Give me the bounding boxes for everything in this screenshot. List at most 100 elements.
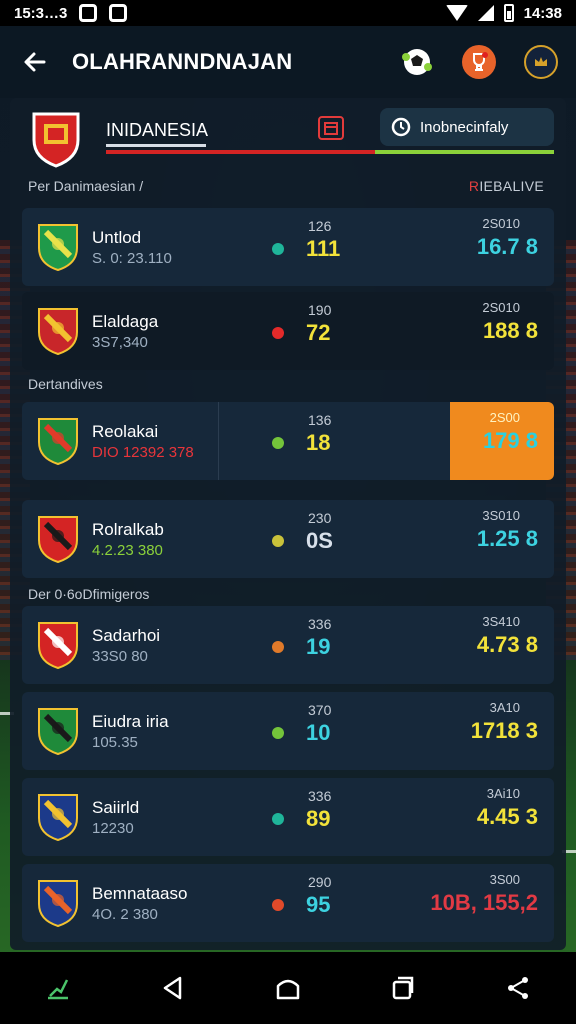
team-row[interactable]: Rolralkab 4.2.23 380 230 0S 3S010 1.25 8 <box>22 500 554 578</box>
team-crest-icon <box>38 794 78 842</box>
stat-value: 18 <box>306 430 331 455</box>
stat-value: 89 <box>306 806 331 831</box>
back-nav-button[interactable] <box>151 966 195 1010</box>
odds-label: 3A10 <box>489 700 520 715</box>
team-name: Eiudra iria <box>92 712 169 731</box>
odds-value: 10B, 155,2 <box>430 890 538 915</box>
row-divider <box>218 402 219 480</box>
recents-nav-button[interactable] <box>381 966 425 1010</box>
team-crest-icon <box>38 308 78 356</box>
notification-icon <box>79 4 98 22</box>
team-row[interactable]: Untlod S. 0: 23.110 126 111 2S010 16.7 8 <box>22 208 554 286</box>
team-row[interactable]: Sadarhoi 33S0 80 336 19 3S410 4.73 8 <box>22 606 554 684</box>
soccer-ball-button[interactable] <box>400 45 434 79</box>
soccer-ball-icon <box>402 49 432 75</box>
team-name: Rolralkab <box>92 520 164 539</box>
status-dot-icon <box>272 727 284 739</box>
recents-icon <box>392 976 414 1000</box>
odds-value: 16.7 8 <box>476 234 538 259</box>
team-row[interactable]: Eiudra iria 105.35 370 10 3A10 1718 3 <box>22 692 554 770</box>
team-crest-icon <box>38 418 78 466</box>
team-row[interactable]: Elaldaga 3S7,340 190 72 2S010 188 8 <box>22 292 554 370</box>
status-time-left: 15:3…3 <box>14 4 68 22</box>
section-label-3: Der 0·6oDfimigeros <box>28 586 150 602</box>
stat-small: 336 <box>308 788 332 804</box>
status-dot-icon <box>272 641 284 653</box>
team-crest-icon <box>38 622 78 670</box>
stat-small: 126 <box>308 218 332 234</box>
stat-value: 72 <box>306 320 331 345</box>
trophy-button[interactable] <box>462 45 496 79</box>
team-subtext: S. 0: 23.110 <box>92 250 172 267</box>
odds-label: 3S010 <box>482 508 520 523</box>
status-dot-icon <box>272 535 284 547</box>
team-row[interactable]: Saiirld 12230 336 89 3Ai10 4.45 3 <box>22 778 554 856</box>
team-subtext: DIO 12392 378 <box>92 444 194 461</box>
status-dot-icon <box>272 327 284 339</box>
status-dot-icon <box>272 813 284 825</box>
team-subtext: 4.2.23 380 <box>92 542 163 559</box>
team-row[interactable]: Bemnataaso 4O. 2 380 290 95 3S00 10B, 155,2 <box>22 864 554 942</box>
stat-small: 230 <box>308 510 332 526</box>
odds-label: 2S010 <box>482 300 520 315</box>
odds-label: 2S00 <box>489 410 520 425</box>
team-name: Untlod <box>92 228 142 247</box>
clock-icon <box>391 117 411 137</box>
stat-small: 336 <box>308 616 332 632</box>
odds-value: 188 8 <box>482 318 538 343</box>
team-subtext: 12230 <box>92 820 134 837</box>
team-name: Bemnataaso <box>92 884 188 903</box>
stat-value: 10 <box>306 720 331 745</box>
odds-value: 1.25 8 <box>476 526 538 551</box>
indonesia-crest-icon <box>32 112 80 168</box>
info-pill-label: Inobnecinfaly <box>420 118 509 136</box>
team-hero: INIDANESIA Inobnecinfaly <box>10 104 566 176</box>
hero-bar-accent <box>106 144 206 147</box>
hero-progress-bar <box>106 150 554 154</box>
team-name: Saiirld <box>92 798 140 817</box>
odds-value: 4.45 3 <box>476 804 538 829</box>
section-label-1: Per Danimaesian / <box>28 178 144 194</box>
section-right-prefix: R <box>468 178 480 194</box>
share-nav-button[interactable] <box>496 966 540 1010</box>
odds-label: 3Ai10 <box>486 786 520 801</box>
section-right-text: IEBALIVE <box>479 178 544 194</box>
status-dot-icon <box>272 437 284 449</box>
standings-panel: INIDANESIA Inobnecinfaly Per Danimaesian… <box>10 98 566 950</box>
team-crest-icon <box>38 224 78 272</box>
stat-value: 95 <box>306 892 331 917</box>
share-icon <box>508 977 529 999</box>
hero-team-name: INIDANESIA <box>106 120 209 140</box>
info-pill-button[interactable]: Inobnecinfaly <box>380 108 554 146</box>
status-time-right: 14:38 <box>523 4 562 22</box>
triangle-back-icon <box>163 976 182 1000</box>
battery-icon <box>503 4 514 22</box>
stat-small: 190 <box>308 302 332 318</box>
home-nav-button[interactable] <box>266 966 310 1010</box>
chart-icon <box>47 979 68 1000</box>
stats-nav-button[interactable] <box>36 966 80 1010</box>
message-icon <box>109 4 128 22</box>
odds-label: 2S010 <box>482 216 520 231</box>
back-arrow-icon <box>24 52 46 72</box>
league-button[interactable] <box>524 45 558 79</box>
wifi-icon <box>445 5 468 21</box>
page-title: OLAHRANNDNAJAN <box>72 49 293 74</box>
signal-icon <box>477 5 494 21</box>
navigation-bar <box>0 952 576 1024</box>
crown-icon <box>535 57 547 66</box>
status-dot-icon <box>272 243 284 255</box>
section-label-2: Dertandives <box>28 376 103 392</box>
odds-value: 179 8 <box>482 428 538 453</box>
odds-label: 3S410 <box>482 614 520 629</box>
stat-value: 19 <box>306 634 331 659</box>
team-row[interactable]: Reolakai DIO 12392 378 136 18 2S00 179 8 <box>22 402 554 480</box>
team-subtext: 4O. 2 380 <box>92 906 158 923</box>
back-button[interactable] <box>18 45 52 79</box>
team-crest-icon <box>38 516 78 564</box>
team-subtext: 33S0 80 <box>92 648 148 665</box>
calendar-icon <box>324 122 338 135</box>
odds-label: 3S00 <box>489 872 520 887</box>
team-crest-icon <box>38 880 78 928</box>
calendar-button[interactable] <box>318 116 344 140</box>
